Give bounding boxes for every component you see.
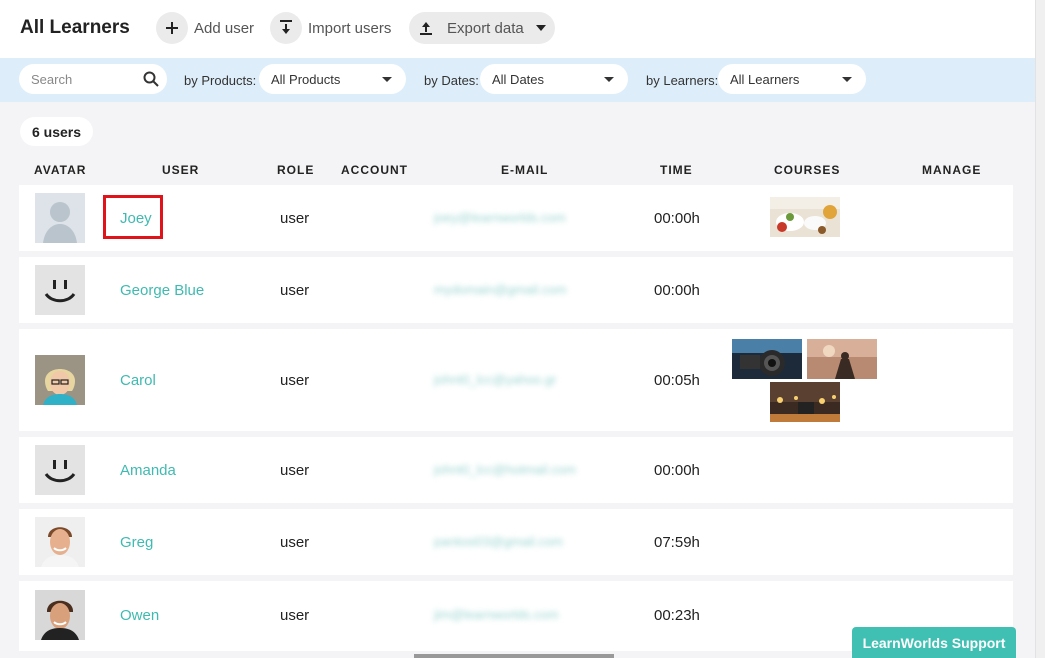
user-role: user [280,210,310,227]
user-email: pantosi03@gmail.com [434,534,563,549]
learners-select[interactable]: All Learners [718,64,866,94]
products-filter-label: by Products: [184,73,257,88]
column-header-user: USER [162,163,200,177]
learners-select-value: All Learners [730,71,800,87]
user-email: johnt0_lcc@yahoo.gr [434,372,557,387]
support-button[interactable]: LearnWorlds Support [852,627,1016,658]
course-thumbnail[interactable] [770,382,840,422]
dates-select[interactable]: All Dates [480,64,628,94]
page-header: All Learners Add user Import users Expor… [0,0,1035,58]
avatar [35,193,85,243]
dates-filter-label: by Dates: [424,73,479,88]
column-header-account: ACCOUNT [341,163,408,177]
user-role: user [280,372,310,389]
export-data-button[interactable]: Export data [409,12,555,44]
user-name-link[interactable]: Greg [120,534,153,551]
course-thumbnail[interactable] [807,339,877,379]
table-row[interactable]: Carol user johnt0_lcc@yahoo.gr 00:05h [19,329,1013,431]
user-name-link[interactable]: George Blue [120,282,204,299]
import-users-label: Import users [308,19,392,37]
user-time: 07:59h [654,534,700,551]
user-time: 00:05h [654,372,700,389]
upload-icon [419,20,433,36]
user-email: joey@learnworlds.com [434,210,566,225]
column-header-avatar: AVATAR [34,163,87,177]
chevron-down-icon [535,25,546,31]
add-user-button[interactable]: Add user [156,12,254,44]
user-email: mydomain@gmail.com [434,282,567,297]
course-thumbnail[interactable] [732,339,802,379]
user-count-badge: 6 users [20,117,94,146]
avatar [35,265,85,315]
user-name-link[interactable]: Owen [120,607,159,624]
table-row[interactable]: George Blue user mydomain@gmail.com 00:0… [19,257,1013,323]
column-header-role: ROLE [277,163,315,177]
learners-filter-label: by Learners: [646,73,719,88]
table-row[interactable]: Greg user pantosi03@gmail.com 07:59h [19,509,1013,575]
filter-bar: Search by Products: All Products by Date… [0,58,1035,102]
import-users-button[interactable]: Import users [270,12,391,44]
import-icon [270,12,302,44]
user-role: user [280,282,310,299]
page-title: All Learners [20,17,130,38]
column-header-email: E-MAIL [501,163,549,177]
avatar [35,445,85,495]
vertical-scrollbar[interactable] [1035,0,1045,658]
search-input[interactable]: Search [19,64,167,94]
user-name-link[interactable]: Amanda [120,462,176,479]
add-user-label: Add user [194,19,255,37]
horizontal-scrollbar[interactable] [414,654,614,658]
column-header-time: TIME [660,163,693,177]
products-select[interactable]: All Products [259,64,406,94]
user-role: user [280,462,310,479]
chevron-down-icon [842,77,852,82]
avatar [35,590,85,640]
column-header-courses: COURSES [774,163,841,177]
user-time: 00:00h [654,282,700,299]
dates-select-value: All Dates [492,71,545,87]
export-data-label: Export data [447,19,524,37]
highlight-box [103,195,163,239]
user-email: johnt0_lcc@hotmail.com [434,462,576,477]
column-header-manage: MANAGE [922,163,982,177]
user-time: 00:23h [654,607,700,624]
user-role: user [280,534,310,551]
products-select-value: All Products [271,71,341,87]
table-row[interactable]: Amanda user johnt0_lcc@hotmail.com 00:00… [19,437,1013,503]
course-thumbnail[interactable] [770,197,840,237]
user-time: 00:00h [654,210,700,227]
plus-icon [156,12,188,44]
avatar [35,355,85,405]
user-role: user [280,607,310,624]
user-name-link[interactable]: Carol [120,372,156,389]
avatar [35,517,85,567]
table-row[interactable]: Joey user joey@learnworlds.com 00:00h [19,185,1013,251]
chevron-down-icon [604,77,614,82]
search-icon[interactable] [143,71,159,87]
chevron-down-icon [382,77,392,82]
search-placeholder: Search [31,71,73,87]
user-email: jim@learnworlds.com [434,607,559,622]
user-time: 00:00h [654,462,700,479]
